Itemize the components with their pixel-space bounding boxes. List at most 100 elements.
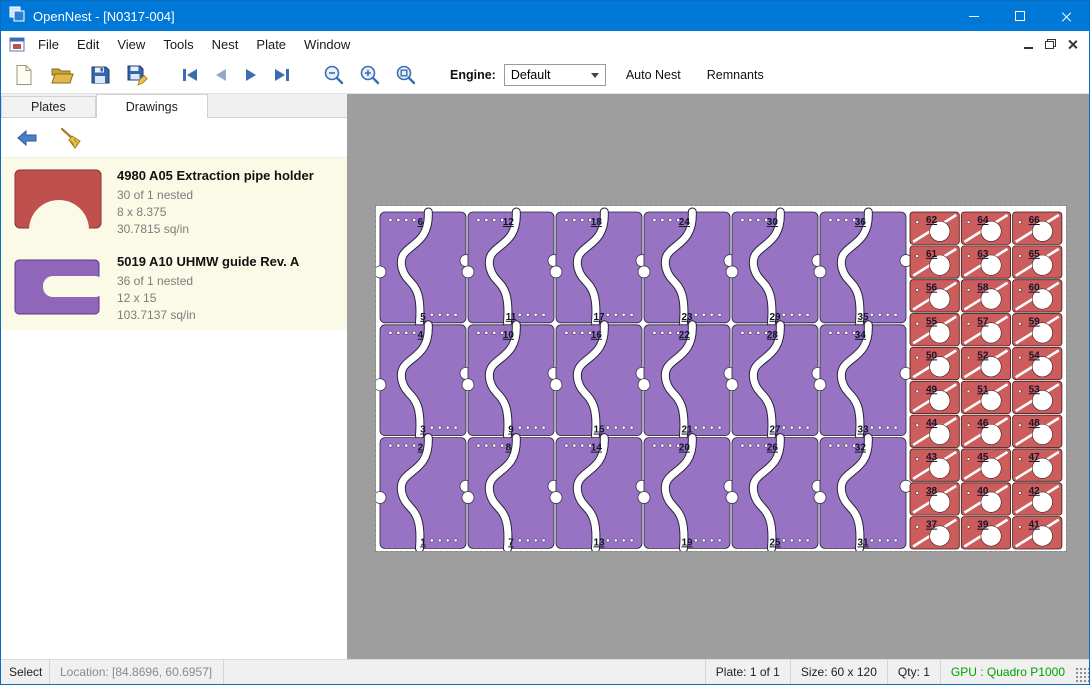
nest-pair-purple[interactable]: 3029 [726, 212, 824, 323]
part-number: 16 [591, 330, 603, 341]
nest-pair-red[interactable]: 6261 [910, 212, 959, 278]
part-nested-count: 30 of 1 nested [117, 187, 314, 204]
nest-pair-purple[interactable]: 21 [376, 438, 472, 549]
new-button[interactable] [11, 60, 37, 90]
mdi-restore-button[interactable] [1039, 34, 1061, 54]
zoom-fit-button[interactable] [392, 60, 420, 90]
part-number: 4 [418, 330, 424, 341]
nest-pair-red[interactable]: 4443 [910, 415, 959, 481]
auto-nest-button[interactable]: Auto Nest [620, 64, 687, 86]
save-icon [90, 65, 110, 85]
nest-pair-red[interactable]: 4645 [961, 415, 1010, 481]
nest-pair-red[interactable]: 6463 [961, 212, 1010, 278]
part-number: 22 [679, 330, 691, 341]
save-as-button[interactable] [123, 60, 152, 90]
part-number: 19 [681, 537, 693, 548]
nest-pair-purple[interactable]: 1211 [462, 212, 560, 323]
nest-pair-purple[interactable]: 65 [376, 212, 472, 323]
nest-pair-purple[interactable]: 3231 [814, 438, 912, 549]
nest-canvas[interactable]: 6512111817242330293635431091615222128273… [347, 94, 1089, 659]
nest-pair-purple[interactable]: 1615 [550, 325, 648, 436]
import-drawing-button[interactable] [11, 123, 43, 153]
part-number: 8 [506, 443, 512, 454]
engine-label: Engine: [450, 68, 496, 82]
document-window-icon[interactable] [9, 37, 25, 52]
menu-window[interactable]: Window [295, 33, 359, 56]
tab-plates[interactable]: Plates [1, 96, 96, 117]
nest-pair-red[interactable]: 5655 [910, 280, 959, 346]
next-plate-button[interactable] [240, 60, 262, 90]
menu-plate[interactable]: Plate [247, 33, 295, 56]
nest-pair-purple[interactable]: 1413 [550, 438, 648, 549]
nest-pair-purple[interactable]: 3433 [814, 325, 912, 436]
nest-pair-red[interactable]: 5049 [910, 347, 959, 413]
zoom-in-icon [359, 64, 381, 86]
window-title: OpenNest - [N0317-004] [33, 9, 175, 24]
mdi-close-button[interactable] [1061, 34, 1083, 54]
engine-select-value: Default [511, 68, 551, 82]
nest-pair-purple[interactable]: 2827 [726, 325, 824, 436]
remnants-button[interactable]: Remnants [701, 64, 770, 86]
part-area: 30.7815 sq/in [117, 221, 314, 238]
nest-pair-purple[interactable]: 43 [376, 325, 472, 436]
minimize-button[interactable] [951, 1, 997, 31]
part-number: 37 [926, 520, 938, 531]
nest-pair-red[interactable]: 60 59 [1013, 280, 1062, 346]
nest-pair-purple[interactable]: 1817 [550, 212, 648, 323]
first-plate-button[interactable] [178, 60, 202, 90]
nest-pair-purple[interactable]: 3635 [814, 212, 912, 323]
clear-drawings-button[interactable] [55, 123, 87, 153]
part-number: 62 [926, 215, 938, 226]
new-file-icon [14, 64, 34, 86]
nest-pair-red[interactable]: 5857 [961, 280, 1010, 346]
mdi-close-icon [1067, 39, 1077, 49]
part-number: 60 [1029, 283, 1041, 294]
part-number: 31 [857, 537, 869, 548]
nest-pair-red[interactable]: 38 37 [910, 483, 959, 549]
part-number: 45 [977, 452, 989, 463]
nest-pair-red[interactable]: 5251 [961, 347, 1010, 413]
status-location: Location: [84.8696, 60.6957] [49, 660, 223, 684]
nest-pair-red[interactable]: 6665 [1013, 212, 1062, 278]
nest-pair-purple[interactable]: 2019 [638, 438, 736, 549]
maximize-button[interactable] [997, 1, 1043, 31]
nest-pair-red[interactable]: 4241 [1013, 483, 1062, 549]
engine-select[interactable]: Default [504, 64, 606, 86]
part-list-item-red[interactable]: 4980 A05 Extraction pipe holder 30 of 1 … [1, 158, 347, 244]
mdi-minimize-button[interactable] [1017, 34, 1039, 54]
part-number: 38 [926, 486, 938, 497]
last-plate-button[interactable] [270, 60, 294, 90]
plate[interactable]: 6512111817242330293635431091615222128273… [376, 206, 1066, 551]
nest-pair-purple[interactable]: 87 [462, 438, 560, 549]
maximize-icon [1015, 11, 1025, 21]
resize-grip[interactable] [1075, 667, 1089, 683]
save-button[interactable] [87, 60, 113, 90]
close-button[interactable] [1043, 1, 1089, 31]
nest-pair-red[interactable]: 4847 [1013, 415, 1062, 481]
tab-drawings[interactable]: Drawings [96, 94, 208, 118]
close-icon [1061, 11, 1072, 22]
nest-pair-red[interactable]: 4039 [961, 483, 1010, 549]
nest-pair-purple[interactable]: 2221 [638, 325, 736, 436]
part-number: 18 [591, 217, 603, 228]
app-window: OpenNest - [N0317-004] File Edit View To… [0, 0, 1090, 685]
nest-pair-red[interactable]: 5453 [1013, 347, 1062, 413]
nest-pair-purple[interactable]: 2423 [638, 212, 736, 323]
zoom-in-button[interactable] [356, 60, 384, 90]
minimize-icon [969, 16, 979, 17]
part-number: 20 [679, 443, 691, 454]
nest-pair-purple[interactable]: 109 [462, 325, 560, 436]
menu-edit[interactable]: Edit [68, 33, 108, 56]
menu-tools[interactable]: Tools [154, 33, 202, 56]
previous-plate-button[interactable] [210, 60, 232, 90]
open-button[interactable] [47, 60, 77, 90]
part-number: 36 [855, 217, 867, 228]
zoom-out-button[interactable] [320, 60, 348, 90]
nest-pair-purple[interactable]: 2625 [726, 438, 824, 549]
part-list-item-purple[interactable]: 5019 A10 UHMW guide Rev. A 36 of 1 neste… [1, 244, 347, 330]
menu-view[interactable]: View [108, 33, 154, 56]
menu-file[interactable]: File [29, 33, 68, 56]
part-number: 44 [926, 418, 938, 429]
menu-nest[interactable]: Nest [203, 33, 248, 56]
part-number: 59 [1029, 317, 1041, 328]
